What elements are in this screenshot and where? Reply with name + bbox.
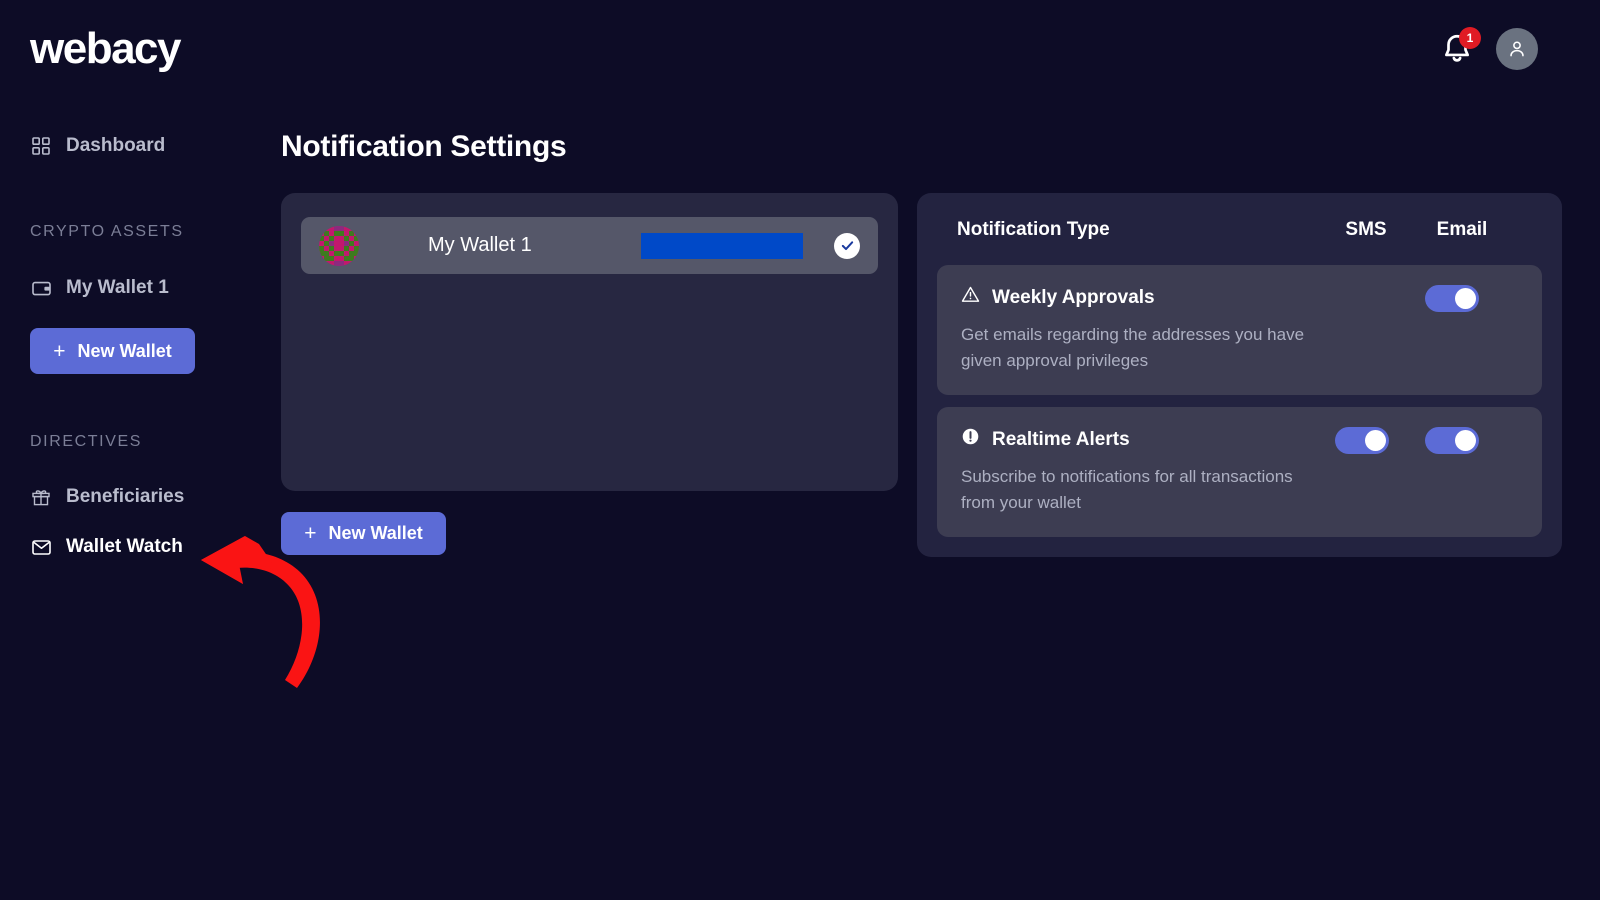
sidebar-section-directives: DIRECTIVES — [30, 433, 143, 450]
sidebar-new-wallet-label: New Wallet — [77, 340, 172, 361]
notification-row-weekly-approvals: Weekly Approvals Get emails regarding th… — [937, 265, 1542, 395]
toggle-weekly-approvals-email[interactable] — [1425, 285, 1479, 312]
app-root: webacy 1 Dashboard CRYPTO ASSETS My Wall… — [0, 0, 1600, 900]
sidebar-item-my-wallet-1[interactable]: My Wallet 1 — [0, 268, 169, 308]
notification-row-realtime-alerts: Realtime Alerts Subscribe to notificatio… — [937, 407, 1542, 537]
column-header-notification-type: Notification Type — [957, 219, 1110, 240]
toggle-knob — [1365, 430, 1386, 451]
wallet-list-panel: My Wallet 1 — [281, 193, 898, 491]
gift-icon — [30, 486, 52, 508]
sidebar-item-dashboard[interactable]: Dashboard — [0, 126, 165, 166]
envelope-icon — [30, 536, 52, 558]
notifications-bell-button[interactable]: 1 — [1440, 27, 1481, 66]
top-header: webacy 1 — [0, 0, 1600, 104]
notification-table-header: Notification Type SMS Email — [917, 193, 1562, 265]
sidebar-item-label: Beneficiaries — [66, 486, 185, 507]
page-title: Notification Settings — [281, 130, 567, 163]
notification-settings-panel: Notification Type SMS Email Weekly Appro… — [917, 193, 1562, 557]
header-actions: 1 — [1440, 27, 1538, 70]
toggle-knob — [1455, 288, 1476, 309]
column-header-email: Email — [1436, 219, 1488, 240]
notification-description: Subscribe to notifications for all trans… — [961, 467, 1293, 512]
check-icon — [841, 241, 853, 251]
plus-icon: + — [304, 522, 317, 545]
exclamation-circle-icon — [961, 427, 980, 452]
main-new-wallet-label: New Wallet — [328, 523, 423, 543]
wallet-address-redacted — [641, 233, 803, 259]
notification-count-badge: 1 — [1459, 27, 1481, 49]
notification-description: Get emails regarding the addresses you h… — [961, 325, 1305, 370]
sidebar-item-wallet-watch[interactable]: Wallet Watch — [0, 527, 183, 567]
user-avatar-button[interactable] — [1496, 28, 1538, 70]
toggle-realtime-alerts-sms[interactable] — [1335, 427, 1389, 454]
sidebar-item-beneficiaries[interactable]: Beneficiaries — [0, 477, 184, 517]
wallet-icon — [30, 277, 52, 299]
sidebar-item-label: My Wallet 1 — [66, 277, 169, 298]
user-avatar-icon — [1510, 41, 1524, 57]
toggle-realtime-alerts-email[interactable] — [1425, 427, 1479, 454]
main-new-wallet-button[interactable]: + New Wallet — [281, 512, 446, 555]
sidebar-item-label: Wallet Watch — [66, 536, 183, 557]
notification-title: Weekly Approvals — [992, 286, 1155, 308]
webacy-logo: webacy — [30, 24, 181, 73]
sidebar-new-wallet-button[interactable]: + New Wallet — [30, 328, 195, 374]
grid-icon — [30, 135, 52, 157]
wallet-list-item[interactable]: My Wallet 1 — [301, 217, 878, 274]
column-header-sms: SMS — [1345, 219, 1387, 240]
toggle-knob — [1455, 430, 1476, 451]
plus-icon: + — [53, 339, 66, 363]
sidebar-section-crypto-assets: CRYPTO ASSETS — [30, 223, 184, 240]
sidebar-item-label: Dashboard — [66, 135, 166, 156]
notification-title: Realtime Alerts — [992, 428, 1130, 450]
identicon-avatar — [319, 225, 359, 266]
wallet-selected-check-button[interactable] — [834, 232, 860, 259]
warning-triangle-icon — [961, 285, 980, 310]
wallet-name: My Wallet 1 — [428, 234, 532, 256]
